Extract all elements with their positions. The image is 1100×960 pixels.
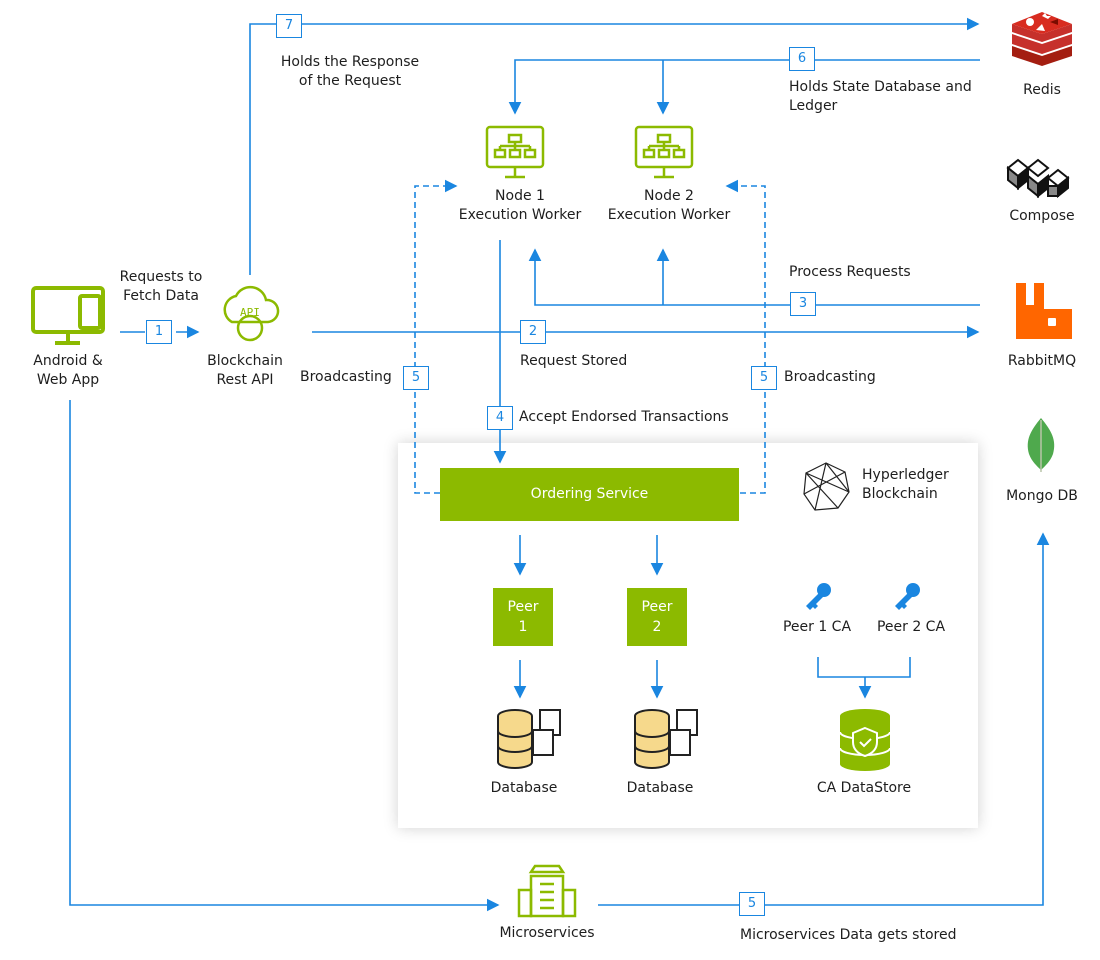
node1-monitor-icon <box>485 125 545 179</box>
hyperledger-icon <box>803 462 850 511</box>
step-3-label: Process Requests <box>789 264 911 280</box>
step-2-badge: 2 <box>520 320 546 344</box>
step-5-left-label: Broadcasting <box>300 369 392 385</box>
step-7-badge: 7 <box>276 14 302 38</box>
key-icon-2 <box>895 583 920 610</box>
step-1-label: Requests to Fetch Data <box>119 269 203 304</box>
ca-datastore-label: CA DataStore <box>816 780 912 796</box>
database-icon-2 <box>634 709 698 769</box>
step-1-badge: 1 <box>146 320 172 344</box>
step-3-badge: 3 <box>790 292 816 316</box>
step-4-badge: 4 <box>487 406 513 430</box>
step-7-label: Holds the Response of the Request <box>280 54 420 89</box>
step-5-right-label: Broadcasting <box>784 369 876 385</box>
step-5-micro-badge: 5 <box>739 892 765 916</box>
arrow-microservices <box>69 400 500 912</box>
database-icon-1 <box>497 709 561 769</box>
microservices-label: Microservices <box>499 925 595 941</box>
database-2-label: Database <box>626 780 694 796</box>
node2-monitor-icon <box>634 125 694 179</box>
arrow-5-left <box>414 179 458 494</box>
node2-label: Node 2 Execution Worker <box>607 188 731 223</box>
peer-2: Peer 2 <box>627 588 687 646</box>
node1-label: Node 1 Execution Worker <box>458 188 582 223</box>
api-label: Blockchain Rest API <box>207 353 283 388</box>
mongodb-icon <box>1027 418 1055 472</box>
client-label: Android & Web App <box>33 353 103 388</box>
step-2-label: Request Stored <box>520 353 628 369</box>
peer-1: Peer 1 <box>493 588 553 646</box>
rabbitmq-label: RabbitMQ <box>1007 353 1077 369</box>
step-6-badge: 6 <box>789 47 815 71</box>
key-icon-1 <box>806 583 831 610</box>
database-1-label: Database <box>490 780 558 796</box>
rabbitmq-icon <box>1016 283 1072 339</box>
step-5-left-badge: 5 <box>403 366 429 390</box>
client-device-icon <box>31 286 105 345</box>
arrow-5-right <box>725 179 766 494</box>
step-4-label: Accept Endorsed Transactions <box>519 409 729 425</box>
microservices-icon <box>517 864 577 918</box>
ordering-service: Ordering Service <box>440 468 739 521</box>
redis-icon <box>1012 12 1072 66</box>
api-gear-icon: API <box>223 285 280 342</box>
mongodb-label: Mongo DB <box>1006 488 1078 504</box>
svg-text:API: API <box>240 306 260 319</box>
hyperledger-label: Hyperledger Blockchain <box>862 467 949 502</box>
step-6-label: Holds State Database and Ledger <box>789 79 972 114</box>
ca-connector <box>817 657 911 678</box>
compose-label: Compose <box>1009 208 1075 224</box>
step-5-micro-label: Microservices Data gets stored <box>740 927 957 943</box>
peer2-ca-label: Peer 2 CA <box>876 619 946 635</box>
peer1-ca-label: Peer 1 CA <box>782 619 852 635</box>
compose-icon <box>1006 158 1070 199</box>
step-5-right-badge: 5 <box>751 366 777 390</box>
ca-datastore-icon <box>839 709 891 771</box>
arrow-3 <box>528 248 980 306</box>
redis-label: Redis <box>1023 82 1061 98</box>
